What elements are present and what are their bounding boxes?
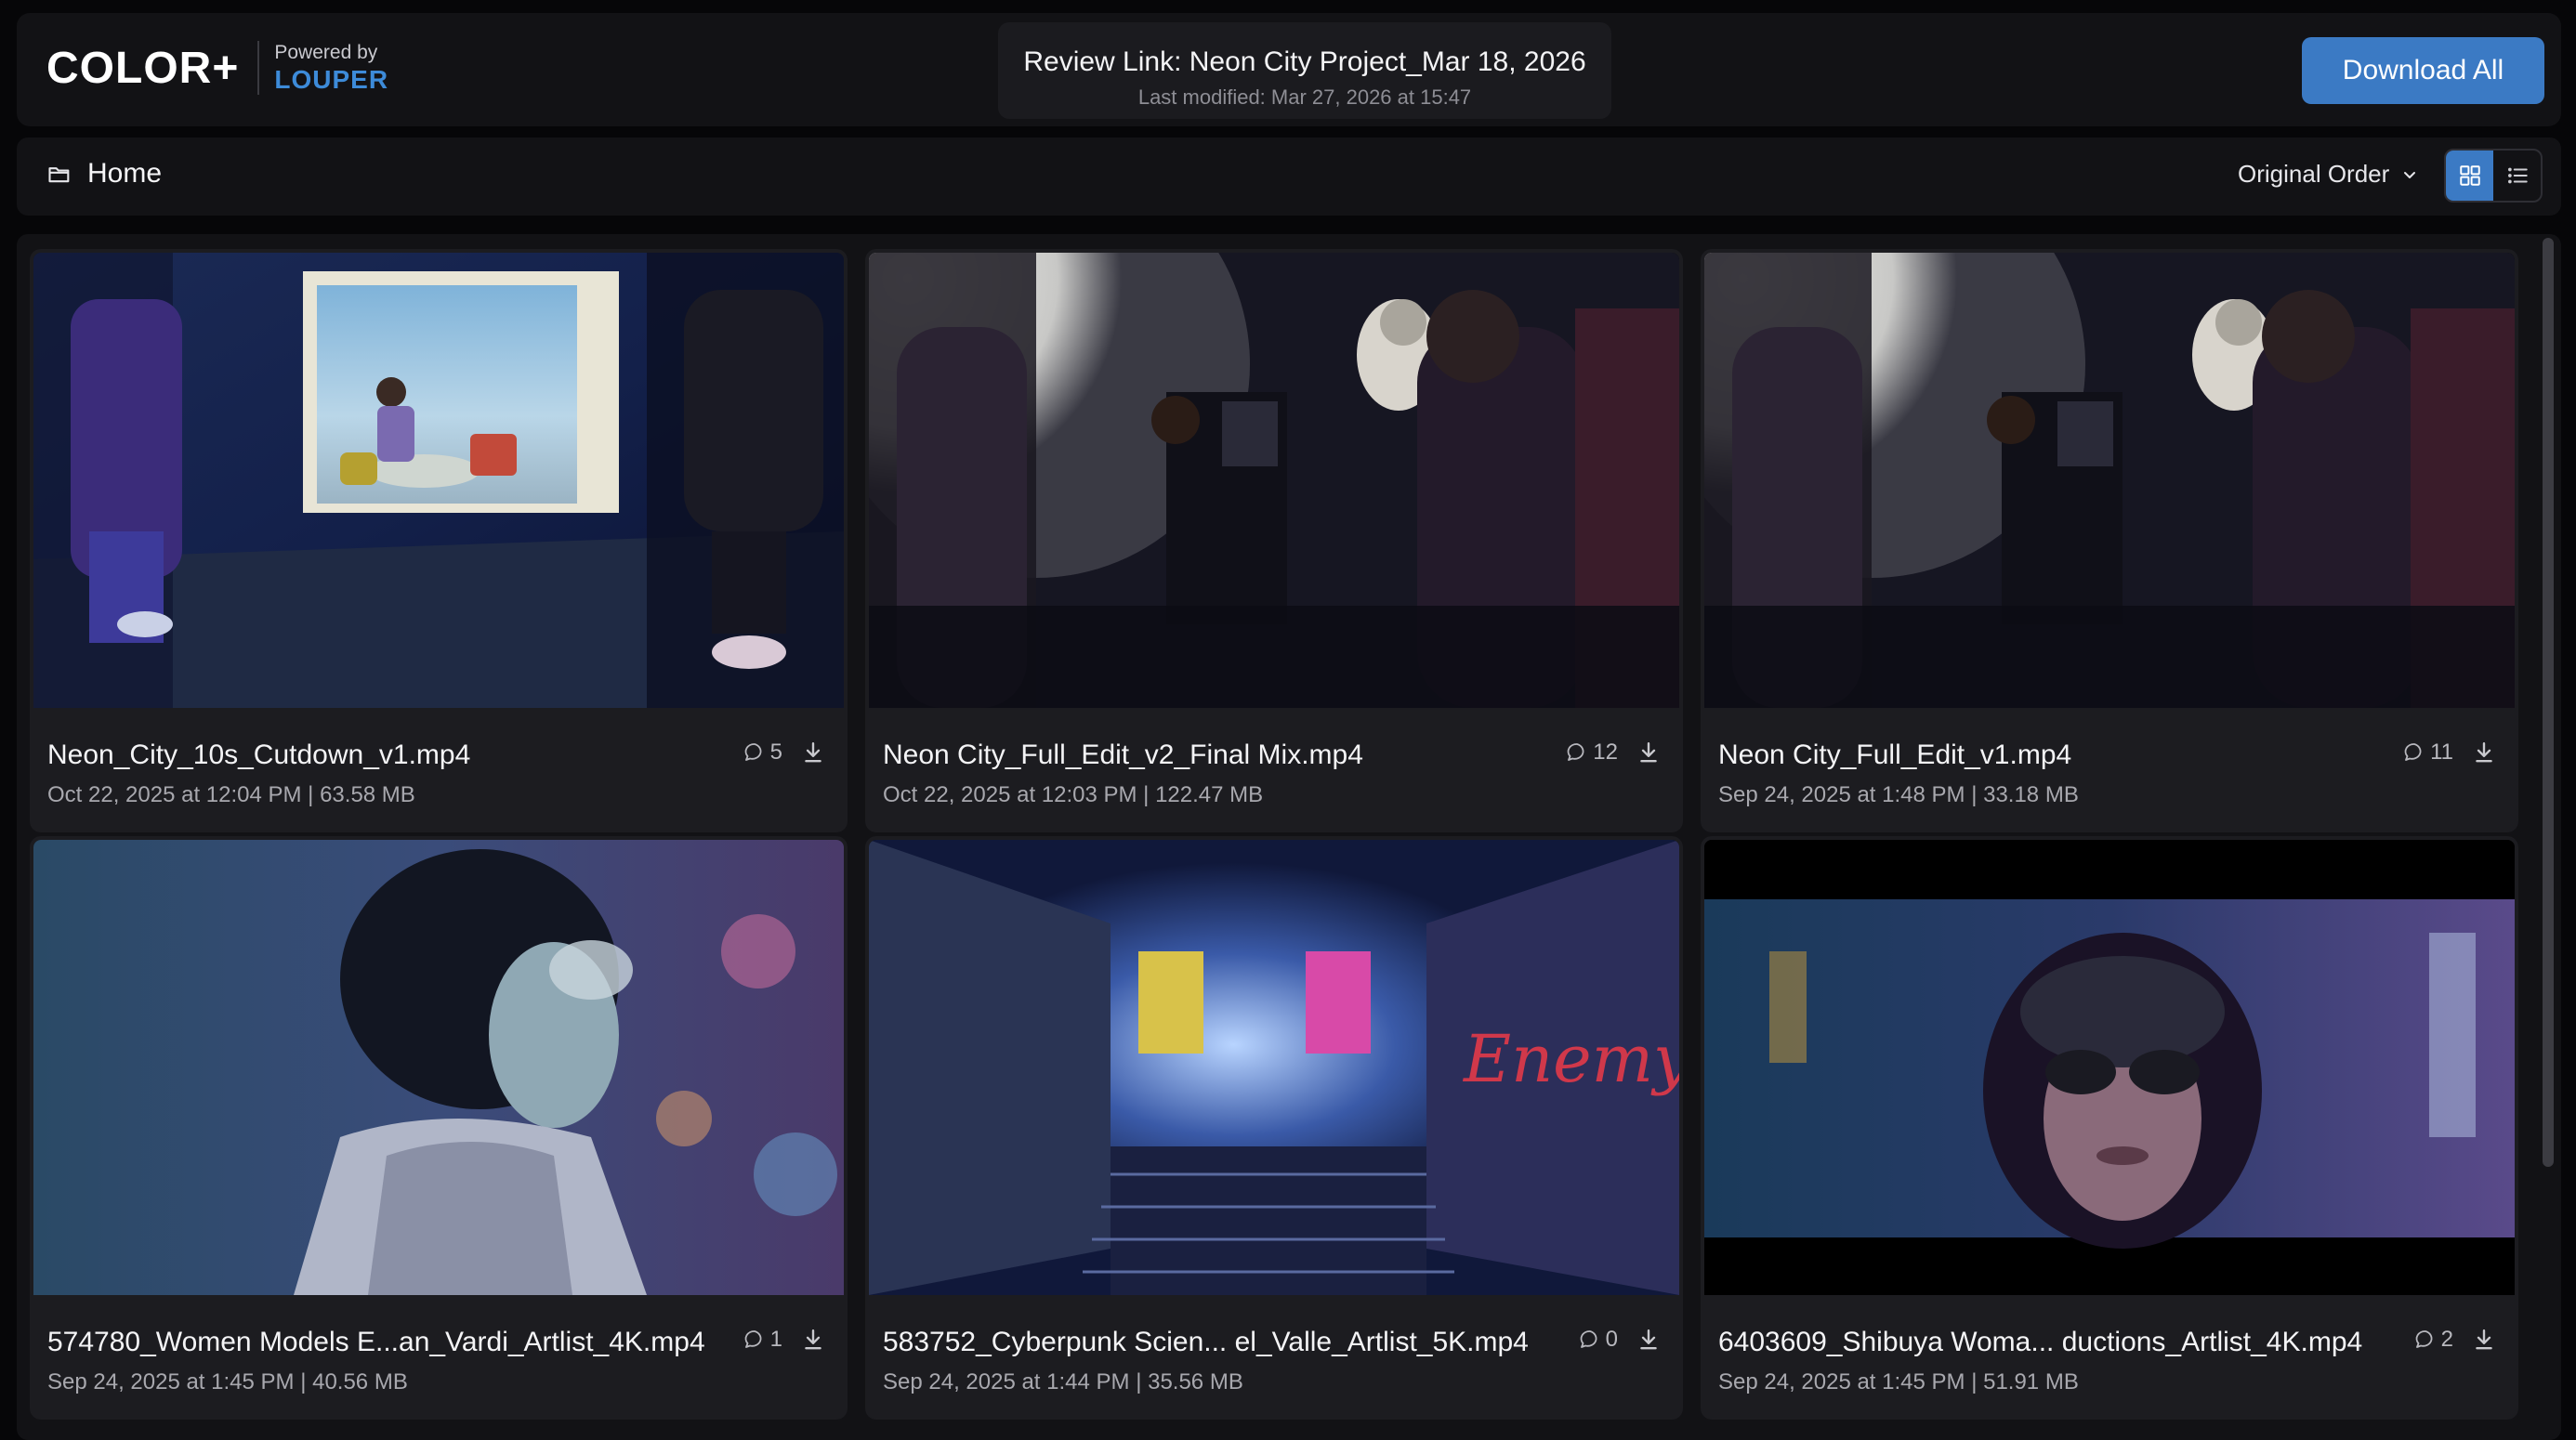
sort-label: Original Order [2238,160,2390,188]
asset-name: Neon City_Full_Edit_v2_Final Mix.mp4 [883,740,1363,770]
comment-count: 12 [1593,740,1618,765]
grid-view-button[interactable] [2446,151,2493,201]
asset-card[interactable]: 6403609_Shibuya Woma... ductions_Artlist… [1701,836,2518,1420]
comment-count: 1 [769,1327,782,1352]
asset-actions: 5 [743,740,825,766]
grid-icon [2459,165,2480,186]
download-icon[interactable] [2472,740,2496,765]
comments-button[interactable]: 0 [1579,1327,1618,1353]
brand-logo[interactable]: COLOR+ [46,43,239,94]
comment-count: 11 [2430,740,2453,765]
comments-button[interactable]: 12 [1566,740,1618,766]
download-icon[interactable] [1636,740,1661,765]
asset-meta: Sep 24, 2025 at 1:48 PM | 33.18 MB [1718,782,2079,807]
asset-card[interactable]: Enemy 583752_Cyberpunk Scien... el_Valle… [865,836,1683,1420]
last-modified: Last modified: Mar 27, 2026 at 15:47 [1137,85,1472,109]
asset-actions: 2 [2414,1327,2496,1353]
comment-icon [1580,1330,1597,1348]
asset-meta: Sep 24, 2025 at 1:45 PM | 40.56 MB [47,1369,408,1394]
asset-card[interactable]: Neon City_Full_Edit_v2_Final Mix.mp4 Oct… [865,249,1683,832]
comment-icon [1567,743,1584,761]
asset-name: 574780_Women Models E...an_Vardi_Artlist… [47,1327,705,1357]
svg-text:Enemy: Enemy [1462,1021,1679,1097]
download-all-button[interactable]: Download All [2302,37,2544,104]
comment-icon [2415,1330,2433,1348]
download-icon[interactable] [2472,1328,2496,1352]
scrollbar[interactable] [2543,238,2554,1167]
app-header: COLOR+ Powered by LOUPER Review Link: Ne… [17,13,2561,126]
asset-actions: 1 [743,1327,825,1353]
asset-thumbnail[interactable] [869,253,1679,708]
asset-meta: Sep 24, 2025 at 1:45 PM | 51.91 MB [1718,1369,2079,1394]
asset-meta: Oct 22, 2025 at 12:03 PM | 122.47 MB [883,782,1264,807]
sort-dropdown[interactable]: Original Order [2238,160,2419,189]
comments-button[interactable]: 1 [743,1327,782,1353]
asset-actions: 0 [1579,1327,1661,1353]
folder-icon [48,167,70,183]
review-title: Review Link: Neon City Project_Mar 18, 2… [1023,46,1586,77]
list-icon [2507,167,2528,184]
comment-count: 2 [2440,1327,2453,1352]
comment-count: 0 [1605,1327,1618,1352]
home-label: Home [87,158,163,189]
download-icon[interactable] [1636,1328,1661,1352]
asset-meta: Oct 22, 2025 at 12:04 PM | 63.58 MB [47,782,415,807]
download-icon[interactable] [801,740,825,765]
asset-name: 6403609_Shibuya Woma... ductions_Artlist… [1718,1327,2363,1357]
powered-by-label: Powered by [274,42,378,63]
asset-name: Neon_City_10s_Cutdown_v1.mp4 [47,740,471,770]
chevron-down-icon [2404,171,2416,178]
asset-meta: Sep 24, 2025 at 1:44 PM | 35.56 MB [883,1369,1243,1394]
asset-thumbnail[interactable] [33,253,844,708]
asset-card[interactable]: 574780_Women Models E...an_Vardi_Artlist… [30,836,848,1420]
asset-actions: 12 [1566,740,1661,766]
asset-actions: 11 [2403,740,2496,766]
asset-name: 583752_Cyberpunk Scien... el_Valle_Artli… [883,1327,1529,1357]
breadcrumb-home[interactable]: Home [46,158,162,190]
nav-bar: Home Original Order [17,137,2561,216]
brand-divider [257,41,260,95]
view-toggle [2444,149,2543,203]
asset-thumbnail[interactable] [1704,840,2515,1295]
asset-thumbnail[interactable] [1704,253,2515,708]
review-title-box: Review Link: Neon City Project_Mar 18, 2… [998,22,1611,119]
asset-thumbnail[interactable]: Enemy [869,840,1679,1295]
download-icon[interactable] [801,1328,825,1352]
comment-icon [2404,743,2422,761]
brand: COLOR+ Powered by LOUPER [46,41,388,95]
asset-name: Neon City_Full_Edit_v1.mp4 [1718,740,2072,770]
list-view-button[interactable] [2493,151,2541,201]
asset-card[interactable]: Neon City_Full_Edit_v1.mp4 Sep 24, 2025 … [1701,249,2518,832]
powered-by: Powered by LOUPER [274,41,388,95]
partner-logo: LOUPER [274,65,389,94]
asset-thumbnail[interactable] [33,840,844,1295]
comment-count: 5 [769,740,782,765]
asset-card[interactable]: Neon_City_10s_Cutdown_v1.mp4 Oct 22, 202… [30,249,848,832]
comments-button[interactable]: 2 [2414,1327,2453,1353]
comment-icon [744,1330,762,1348]
asset-grid: Neon_City_10s_Cutdown_v1.mp4 Oct 22, 202… [17,234,2561,1440]
comments-button[interactable]: 5 [743,740,782,766]
comment-icon [744,743,762,761]
comments-button[interactable]: 11 [2403,740,2453,766]
